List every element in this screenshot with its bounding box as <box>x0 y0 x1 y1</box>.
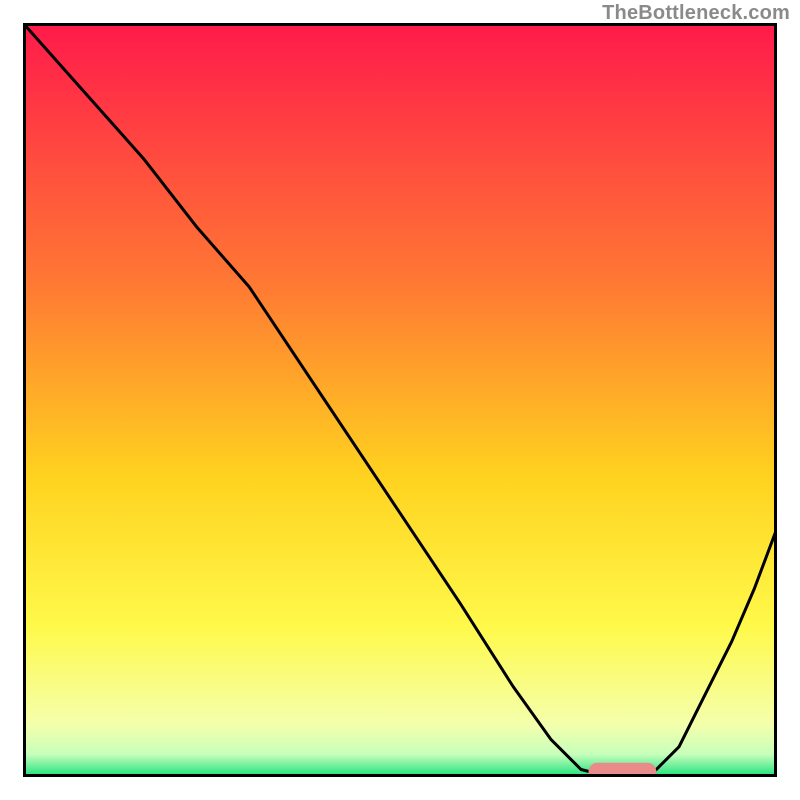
chart-svg <box>23 23 777 777</box>
gradient-background <box>23 23 777 777</box>
watermark-text: TheBottleneck.com <box>602 2 790 25</box>
plot-frame <box>23 23 777 777</box>
chart-container: TheBottleneck.com <box>0 0 800 800</box>
